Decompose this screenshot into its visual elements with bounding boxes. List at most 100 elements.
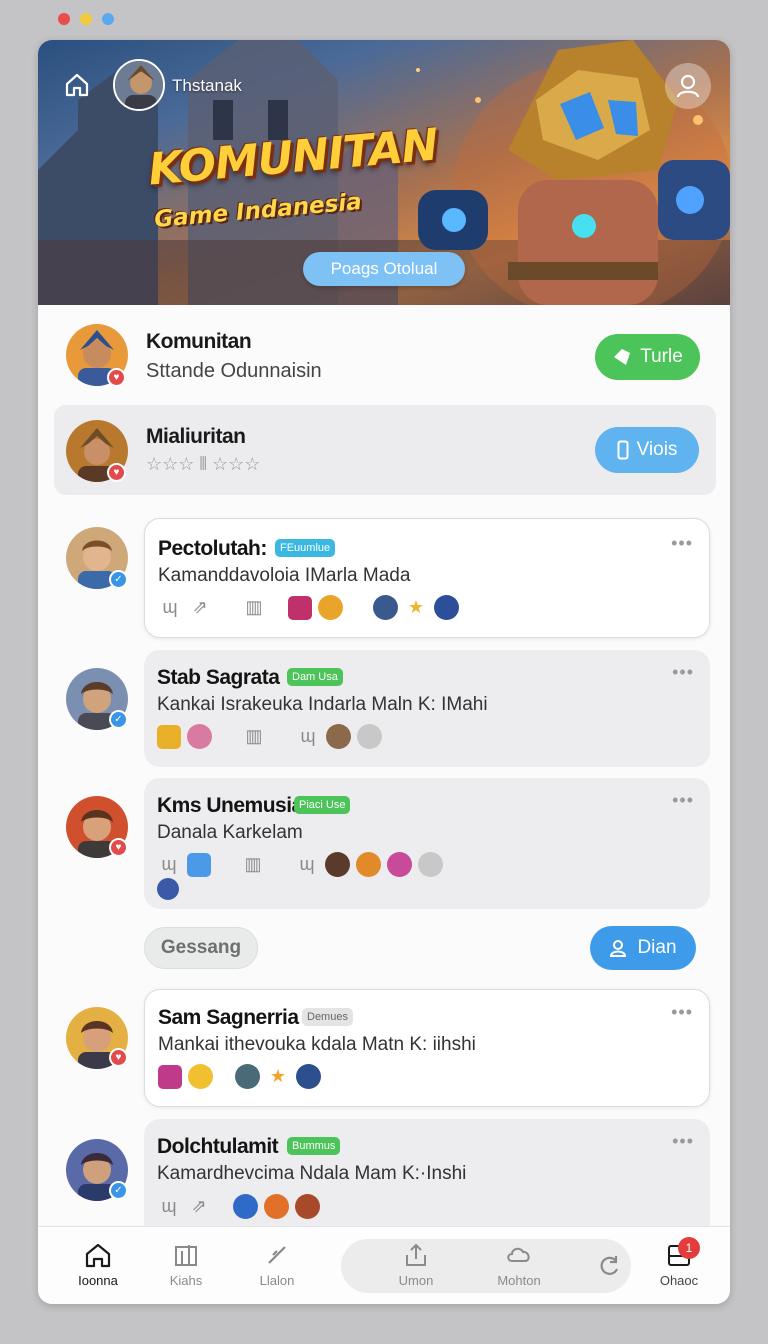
hero-username: Thstanak [172, 76, 242, 95]
post-reactions: ★ [158, 1064, 321, 1089]
nav-item-llalon[interactable]: Llalon [237, 1241, 317, 1288]
hands-icon[interactable]: ɰ [296, 725, 320, 749]
orb-emoji-icon[interactable] [296, 1064, 321, 1089]
nav-item-home[interactable]: Ioonna [58, 1241, 138, 1288]
sticker-icon[interactable] [158, 1064, 182, 1089]
community-title: Mialiuritan [146, 425, 246, 448]
post-author-name: Dolchtulamit [157, 1135, 279, 1158]
post-text: Danala Karkelam [157, 822, 303, 843]
heart-badge-icon: ♥ [109, 838, 128, 857]
chart-icon [175, 1245, 197, 1266]
post-text: Kamanddavoloia IMarla Mada [158, 565, 411, 586]
post-card[interactable]: Pectolutah: FEuumlue ••• Kamanddavoloia … [144, 518, 710, 638]
rainbow-emoji-icon[interactable] [387, 852, 412, 877]
more-options-icon[interactable]: ••• [672, 662, 694, 683]
robot-emoji-icon[interactable] [235, 1064, 260, 1089]
chat-sticker-icon[interactable] [187, 852, 211, 877]
shield-emoji-icon[interactable] [318, 595, 343, 620]
home-icon [85, 1243, 111, 1268]
nav-item-kiahs[interactable]: Kiahs [146, 1241, 226, 1288]
cloud-icon [507, 1247, 530, 1262]
heart-badge-icon: ♥ [109, 1048, 128, 1067]
post-tag: Bummus [287, 1137, 341, 1155]
star-emoji-icon[interactable]: ★ [266, 1065, 290, 1089]
post-reactions: ɰ ⇗ ▥ ★ [158, 595, 459, 620]
verified-badge-icon: ✓ [109, 1181, 128, 1200]
medal-emoji-icon[interactable] [326, 724, 351, 749]
post-card[interactable]: Kms Unemusia Piaci Use ••• Danala Karkel… [144, 778, 710, 909]
face-emoji-icon[interactable] [187, 724, 212, 749]
post-tag: Demues [302, 1008, 353, 1026]
treasure-emoji-icon[interactable] [373, 595, 398, 620]
post-author-name: Sam Sagnerria [158, 1006, 299, 1029]
minimize-dot[interactable] [80, 13, 92, 25]
community-subtitle: Sttande Odunnaisin [146, 360, 322, 382]
view-button[interactable]: Viois [595, 427, 699, 473]
tag-icon [614, 349, 631, 365]
pencil-icon [268, 1246, 286, 1264]
nav-item-mohton[interactable]: Mohton [479, 1241, 559, 1288]
globe-emoji-icon[interactable] [233, 1194, 258, 1219]
shield-emoji-icon[interactable] [264, 1194, 289, 1219]
hands-icon[interactable]: ɰ [157, 853, 181, 877]
sticker-icon[interactable] [288, 595, 312, 620]
upload-icon [406, 1243, 426, 1266]
post-reactions: ɰ ▥ ɰ [157, 852, 443, 877]
columns-icon[interactable]: ▥ [242, 596, 266, 620]
nav-label-umon: Umon [398, 1273, 434, 1288]
home-icon [65, 73, 89, 97]
hands-icon[interactable]: ɰ [158, 596, 182, 620]
refresh-icon [600, 1256, 619, 1275]
coin-emoji-icon[interactable] [418, 852, 443, 877]
home-button[interactable] [62, 70, 92, 100]
cookie-emoji-icon[interactable] [356, 852, 381, 877]
profile-button[interactable] [665, 63, 711, 109]
more-options-icon[interactable]: ••• [671, 1002, 693, 1023]
columns-icon[interactable]: ▥ [242, 725, 266, 749]
hands-icon[interactable]: ɰ [157, 1195, 181, 1219]
share-icon[interactable]: ⇗ [188, 596, 212, 620]
post-reactions-extra [157, 878, 179, 900]
user-avatar[interactable] [113, 59, 165, 111]
post-card[interactable]: Stab Sagrata Dam Usa ••• Kankai Israkeuk… [144, 650, 710, 767]
columns-icon[interactable]: ▥ [241, 853, 265, 877]
star-emoji-icon[interactable]: ★ [404, 596, 428, 620]
close-dot[interactable] [58, 13, 70, 25]
maximize-dot[interactable] [102, 13, 114, 25]
notification-badge: 1 [678, 1237, 700, 1259]
post-tag: FEuumlue [275, 539, 336, 557]
nav-item-refresh[interactable] [569, 1253, 649, 1279]
nav-label-mohton: Mohton [497, 1273, 541, 1288]
share-icon[interactable]: ⇗ [187, 1195, 211, 1219]
dice-emoji-icon[interactable] [157, 878, 179, 900]
face-emoji-icon[interactable] [325, 852, 350, 877]
sticker-icon[interactable] [157, 724, 181, 749]
nav-item-umon[interactable]: Umon [376, 1241, 456, 1288]
heart-badge-icon: ♥ [107, 463, 126, 482]
orb-emoji-icon[interactable] [434, 595, 459, 620]
smile-emoji-icon[interactable] [188, 1064, 213, 1089]
more-options-icon[interactable]: ••• [671, 533, 693, 554]
community-rating: ☆☆☆ ⫴ ☆☆☆ [146, 454, 261, 474]
hands-icon[interactable]: ɰ [295, 853, 319, 877]
user-add-icon [610, 940, 627, 957]
fire-emoji-icon[interactable] [295, 1194, 320, 1219]
more-options-icon[interactable]: ••• [672, 1131, 694, 1152]
post-tag: Piaci Use [294, 796, 351, 814]
post-author-name: Stab Sagrata [157, 666, 280, 689]
nav-label-llalon: Llalon [259, 1273, 295, 1288]
hero-banner: KOMUNITAN Game Indanesia Poags Otolual T… [38, 40, 730, 305]
heart-badge-icon: ♥ [107, 368, 126, 387]
dian-button[interactable]: Dian [590, 926, 696, 970]
phone-icon [617, 440, 629, 460]
post-tag: Dam Usa [287, 668, 343, 686]
coin-emoji-icon[interactable] [357, 724, 382, 749]
post-card[interactable]: Sam Sagnerria Demues ••• Mankai ithevouk… [144, 989, 710, 1107]
nav-label-ohaoc: Ohaoc [659, 1273, 699, 1288]
join-button[interactable]: Turle [595, 334, 700, 380]
more-options-icon[interactable]: ••• [672, 790, 694, 811]
bottom-navigation: Ioonna Kiahs Llalon Umon Mohton Ohaoc 1 [38, 1226, 730, 1304]
hero-cta-button[interactable]: Poags Otolual [303, 252, 465, 286]
community-title: Komunitan [146, 330, 252, 353]
gessang-button[interactable]: Gessang [144, 927, 258, 969]
